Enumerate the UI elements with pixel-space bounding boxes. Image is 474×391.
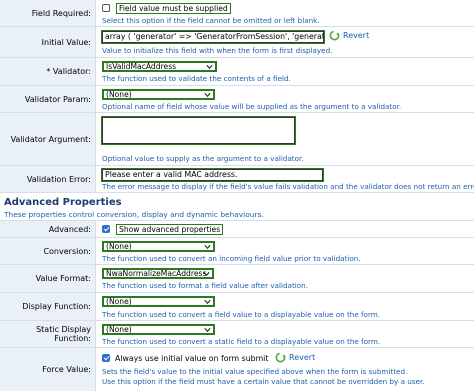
conversion-selected: (None) — [106, 241, 132, 251]
validation-error-input[interactable]: Please enter a valid MAC address. — [101, 168, 324, 182]
field-required-checkbox-label[interactable]: Field value must be supplied — [116, 3, 231, 14]
validator-param-field: (None) Optional name of field whose valu… — [96, 86, 474, 112]
chevron-down-icon — [204, 244, 211, 250]
force-value-row: Force Value: Always use initial value on… — [0, 348, 474, 391]
conversion-row: Conversion: (None) The function used to … — [0, 238, 474, 265]
static-display-function-selected: (None) — [106, 324, 132, 334]
display-function-field: (None) The function used to convert a fi… — [96, 293, 474, 320]
advanced-row: Advanced: Show advanced properties — [0, 220, 474, 238]
force-value-revert-label: Revert — [289, 353, 316, 362]
initial-value-input[interactable]: array ( 'generator' => 'GeneratorFromSes… — [101, 30, 325, 44]
validation-error-row: Validation Error: Please enter a valid M… — [0, 166, 474, 193]
force-value-checkbox-label[interactable]: Always use initial value on form submit — [115, 354, 268, 363]
validator-argument-help: Optional value to supply as the argument… — [102, 154, 304, 163]
value-format-select[interactable]: NwaNormalizeMacAddress — [102, 268, 214, 279]
advanced-checkbox[interactable] — [102, 225, 110, 233]
validator-argument-field: Optional value to supply as the argument… — [96, 113, 474, 165]
value-format-label: Value Format: — [0, 265, 96, 292]
field-required-help: Select this option if the field cannot b… — [102, 16, 320, 25]
field-required-label: Field Required: — [0, 0, 96, 26]
value-format-row: Value Format: NwaNormalizeMacAddress The… — [0, 265, 474, 293]
validation-error-field: Please enter a valid MAC address. The er… — [96, 166, 474, 192]
value-format-selected: NwaNormalizeMacAddress — [106, 268, 207, 278]
display-function-row: Display Function: (None) The function us… — [0, 293, 474, 321]
validator-selected: IsValidMacAddress — [106, 61, 177, 71]
conversion-label: Conversion: — [0, 238, 96, 264]
validator-help: The function used to validate the conten… — [102, 74, 291, 83]
force-value-checkbox[interactable] — [102, 354, 110, 362]
initial-value-label: Initial Value: — [0, 27, 96, 57]
validation-error-label: Validation Error: — [0, 166, 96, 192]
force-value-field: Always use initial value on form submit … — [96, 348, 474, 391]
initial-value-row: Initial Value: array ( 'generator' => 'G… — [0, 27, 474, 58]
advanced-field: Show advanced properties — [96, 221, 474, 237]
static-display-function-field: (None) The function used to convert a st… — [96, 321, 474, 347]
conversion-help: The function used to convert an incoming… — [102, 254, 361, 263]
force-value-help-2: Use this option if the field must have a… — [102, 377, 425, 386]
display-function-label: Display Function: — [0, 293, 96, 320]
chevron-down-icon — [204, 327, 211, 333]
validator-argument-textarea[interactable] — [101, 116, 296, 145]
conversion-select[interactable]: (None) — [102, 241, 215, 252]
value-format-help: The function used to format a field valu… — [102, 281, 308, 290]
validator-label: * Validator: — [0, 58, 96, 85]
validator-field: IsValidMacAddress The function used to v… — [96, 58, 474, 85]
field-required-row: Field Required: Field value must be supp… — [0, 0, 474, 27]
field-required-checkbox[interactable] — [102, 4, 110, 12]
chevron-down-icon — [206, 64, 213, 70]
static-display-function-select[interactable]: (None) — [102, 324, 215, 335]
force-value-revert-link[interactable]: Revert — [275, 352, 315, 363]
chevron-down-icon — [203, 271, 210, 277]
display-function-help: The function used to convert a field val… — [102, 310, 381, 319]
static-display-function-label: Static Display Function: — [0, 321, 96, 347]
conversion-field: (None) The function used to convert an i… — [96, 238, 474, 264]
revert-icon — [275, 352, 286, 363]
display-function-selected: (None) — [106, 296, 132, 306]
validator-argument-row: Validator Argument: Optional value to su… — [0, 113, 474, 166]
validator-param-row: Validator Param: (None) Optional name of… — [0, 86, 474, 113]
validator-select[interactable]: IsValidMacAddress — [102, 61, 217, 72]
chevron-down-icon — [204, 92, 211, 98]
initial-value-revert-link[interactable]: Revert — [329, 30, 369, 41]
force-value-help-1: Sets the field's value to the initial va… — [102, 367, 408, 376]
validator-param-select[interactable]: (None) — [102, 89, 215, 100]
revert-icon — [329, 30, 340, 41]
field-required-field: Field value must be supplied Select this… — [96, 0, 474, 26]
display-function-select[interactable]: (None) — [102, 296, 215, 307]
initial-value-revert-label: Revert — [343, 31, 370, 40]
advanced-properties-title: Advanced Properties — [4, 197, 122, 208]
advanced-label: Advanced: — [0, 221, 96, 237]
validator-argument-label: Validator Argument: — [0, 113, 96, 165]
static-display-function-row: Static Display Function: (None) The func… — [0, 321, 474, 348]
advanced-properties-subtitle: These properties control conversion, dis… — [4, 210, 264, 219]
chevron-down-icon — [204, 299, 211, 305]
advanced-checkbox-label[interactable]: Show advanced properties — [116, 224, 224, 235]
value-format-field: NwaNormalizeMacAddress The function used… — [96, 265, 474, 292]
validator-param-selected: (None) — [106, 89, 132, 99]
static-display-function-help: The function used to convert a static fi… — [102, 337, 381, 346]
validator-param-label: Validator Param: — [0, 86, 96, 112]
force-value-label: Force Value: — [0, 348, 96, 391]
initial-value-help: Value to initialize this field with when… — [102, 46, 333, 55]
validator-row: * Validator: IsValidMacAddress The funct… — [0, 58, 474, 86]
initial-value-field: array ( 'generator' => 'GeneratorFromSes… — [96, 27, 474, 57]
validation-error-help: The error message to display if the fiel… — [102, 182, 474, 191]
validator-param-help: Optional name of field whose value will … — [102, 102, 402, 111]
